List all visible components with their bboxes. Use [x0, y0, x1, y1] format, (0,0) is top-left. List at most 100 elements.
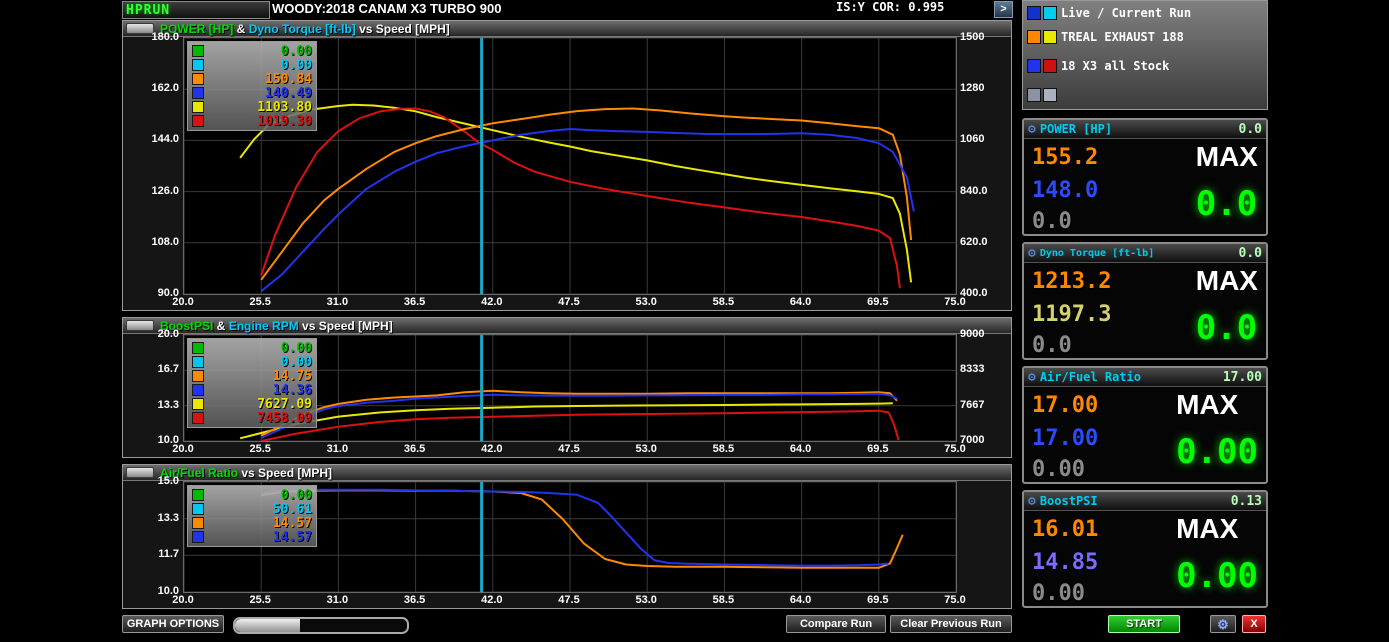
run-title: WOODY:2018 CANAM X3 TURBO 900	[272, 1, 501, 16]
run-legend-row-live[interactable]: Live / Current Run	[1027, 4, 1263, 21]
legend-value: 14.57	[273, 516, 312, 531]
chart-panel-afr: Air/Fuel Ratio vs Speed [MPH] 15.013.311…	[122, 464, 1012, 609]
x-tick-label: 47.5	[549, 594, 589, 606]
run-color-swatch	[1027, 59, 1041, 73]
chart-cursor-legend: 0.000.00150.84140.491103.801019.30	[187, 41, 317, 131]
legend-row: 14.57	[192, 516, 312, 530]
chart-title-segment: Dyno Torque [ft-lb]	[249, 22, 356, 36]
run-legend-row-empty[interactable]	[1027, 86, 1263, 103]
playback-progress[interactable]	[233, 617, 409, 634]
x-tick-label: 69.5	[858, 443, 898, 455]
y-tick-label: 20.0	[123, 328, 179, 340]
x-tick-label: 58.5	[703, 296, 743, 308]
gauge-max-label: MAX	[1176, 513, 1258, 545]
y-tick-label: 108.0	[123, 236, 179, 248]
gauge-live-value: 0.0	[1239, 246, 1262, 261]
series-stock-afr	[261, 490, 888, 566]
gear-icon[interactable]: ⚙	[1028, 495, 1036, 508]
run-color-swatch	[1027, 6, 1041, 20]
legend-value: 14.57	[273, 530, 312, 545]
legend-value: 14.75	[273, 369, 312, 384]
legend-row: 7458.09	[192, 411, 312, 425]
legend-row: 0.00	[192, 341, 312, 355]
y-tick-label: 9000	[960, 328, 984, 340]
x-tick-label: 75.0	[935, 443, 975, 455]
settings-gear-button[interactable]: ⚙	[1210, 615, 1236, 633]
playback-progress-fill	[235, 619, 300, 632]
legend-row: 140.49	[192, 86, 312, 100]
legend-swatch	[192, 101, 204, 113]
dyno-app-window: HPRUN WOODY:2018 CANAM X3 TURBO 900 IS:Y…	[0, 0, 1389, 642]
gauge-power: ⚙ POWER [HP] 0.0 155.2 MAX 148.0 0.0 0.0	[1022, 118, 1268, 236]
legend-swatch	[192, 356, 204, 368]
chart-title-segment: vs Speed [MPH]	[356, 22, 450, 36]
gauge-body: 16.01 MAX 14.85 0.00 0.00	[1024, 511, 1266, 607]
expand-button[interactable]: >	[994, 1, 1013, 18]
legend-swatch	[192, 342, 204, 354]
run-label: Live / Current Run	[1061, 6, 1191, 20]
run-legend-row-stock[interactable]: 18 X3 all Stock	[1027, 57, 1263, 74]
charts-column: POWER [HP] & Dyno Torque [ft-lb] vs Spee…	[122, 20, 1012, 615]
x-tick-label: 58.5	[703, 594, 743, 606]
y-tick-label: 162.0	[123, 82, 179, 94]
chart-cursor-legend: 0.000.0014.7514.367627.097458.09	[187, 338, 317, 428]
x-tick-label: 36.5	[395, 296, 435, 308]
start-button[interactable]: START	[1108, 615, 1180, 633]
y-axis-left-labels: 180.0162.0144.0126.0108.090.0	[123, 37, 183, 295]
legend-row: 0.00	[192, 488, 312, 502]
chart-cursor-legend: 0.0050.6114.5714.57	[187, 485, 317, 547]
chart-panel-power-torque: POWER [HP] & Dyno Torque [ft-lb] vs Spee…	[122, 20, 1012, 311]
y-tick-label: 1500	[960, 31, 984, 43]
gear-icon[interactable]: ⚙	[1028, 371, 1036, 384]
run-legend-row-treal[interactable]: TREAL EXHAUST 188	[1027, 28, 1263, 45]
gear-icon[interactable]: ⚙	[1028, 247, 1036, 260]
chart-title: BoostPSI & Engine RPM vs Speed [MPH]	[160, 319, 393, 333]
x-tick-label: 58.5	[703, 443, 743, 455]
plot-area[interactable]: 0.000.00150.84140.491103.801019.30	[183, 37, 957, 295]
legend-value: 14.36	[273, 383, 312, 398]
x-tick-label: 64.0	[781, 443, 821, 455]
compare-run-button[interactable]: Compare Run	[786, 615, 886, 633]
x-tick-label: 20.0	[163, 594, 203, 606]
chart-title-segment: &	[213, 319, 228, 333]
chart-title-segment: &	[233, 22, 248, 36]
graph-options-button[interactable]: GRAPH OPTIONS	[122, 615, 224, 633]
gauge-header: ⚙ POWER [HP] 0.0	[1024, 120, 1266, 139]
chart-title: POWER [HP] & Dyno Torque [ft-lb] vs Spee…	[160, 22, 450, 36]
y-axis-right-labels: 150012801060840.0620.0400.0	[957, 37, 1009, 295]
gauge-max-run1: 17.00	[1032, 393, 1176, 418]
plot-area[interactable]: 0.000.0014.7514.367627.097458.09	[183, 334, 957, 442]
legend-swatch	[192, 489, 204, 501]
legend-row: 0.00	[192, 44, 312, 58]
run-color-swatch	[1043, 30, 1057, 44]
clear-previous-run-button[interactable]: Clear Previous Run	[890, 615, 1012, 633]
gear-icon[interactable]: ⚙	[1028, 123, 1036, 136]
x-tick-label: 25.5	[240, 594, 280, 606]
gauge-live-value: 17.00	[1223, 370, 1262, 385]
legend-row: 14.36	[192, 383, 312, 397]
close-button[interactable]: X	[1242, 615, 1266, 633]
gauge-max-run1: 155.2	[1032, 145, 1196, 170]
gauge-body: 1213.2 MAX 1197.3 0.0 0.0	[1024, 263, 1266, 359]
gauge-header: ⚙ Air/Fuel Ratio 17.00	[1024, 368, 1266, 387]
legend-row: 14.57	[192, 530, 312, 544]
legend-swatch	[192, 412, 204, 424]
gauge-live-value: 0.13	[1231, 494, 1262, 509]
plot-area[interactable]: 0.0050.6114.5714.57	[183, 481, 957, 593]
y-tick-label: 144.0	[123, 133, 179, 145]
run-label: 18 X3 all Stock	[1061, 59, 1169, 73]
y-axis-left-labels: 15.013.311.710.0	[123, 481, 183, 593]
gauge-title: Dyno Torque [ft-lb]	[1040, 248, 1235, 259]
y-tick-label: 840.0	[960, 185, 988, 197]
x-tick-label: 31.0	[317, 296, 357, 308]
gauge-secondary-value: 0.0	[1032, 209, 1196, 234]
legend-row: 14.75	[192, 369, 312, 383]
legend-value: 0.00	[281, 488, 312, 503]
gauge-live-value: 0.0	[1239, 122, 1262, 137]
gauge-max-label: MAX	[1196, 265, 1258, 297]
chart-title: Air/Fuel Ratio vs Speed [MPH]	[160, 466, 332, 480]
y-tick-label: 13.3	[123, 512, 179, 524]
run-color-swatch	[1043, 59, 1057, 73]
gauge-secondary-value: 0.0	[1032, 333, 1196, 358]
gauge-max-run2: 14.85	[1032, 550, 1176, 575]
